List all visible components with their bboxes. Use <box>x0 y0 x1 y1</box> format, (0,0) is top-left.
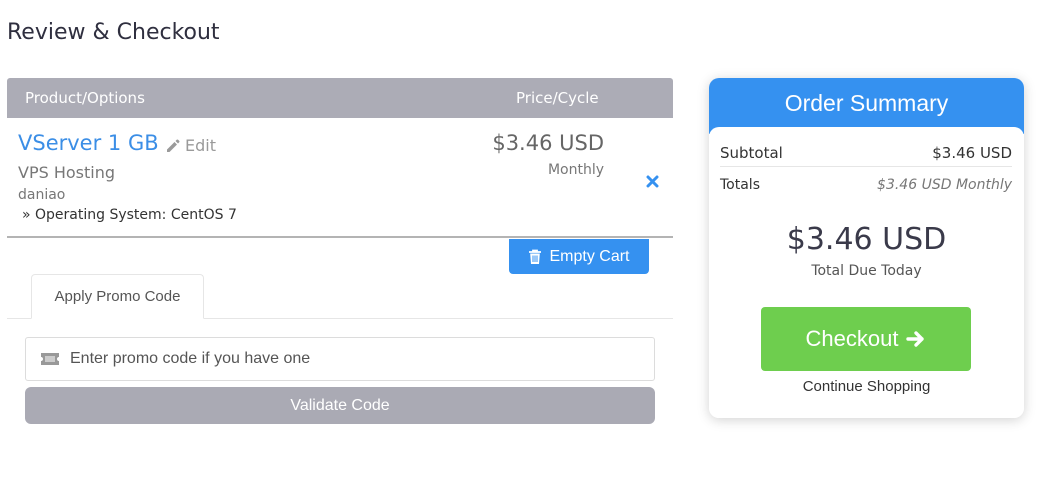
empty-cart-label: Empty Cart <box>549 247 630 265</box>
validate-code-button[interactable]: Validate Code <box>25 387 655 424</box>
totals-row: Totals $3.46 USD Monthly <box>720 171 1012 199</box>
checkout-label: Checkout <box>805 326 899 351</box>
subtotal-row: Subtotal $3.46 USD <box>720 139 1012 167</box>
product-name-link[interactable]: VServer 1 GB <box>18 131 159 155</box>
pencil-icon <box>167 139 180 152</box>
cart-table-header: Product/Options Price/Cycle <box>7 78 673 118</box>
cart-table: Product/Options Price/Cycle VServer 1 GB… <box>7 78 673 238</box>
ticket-icon <box>41 353 59 365</box>
subtotal-value: $3.46 USD <box>932 143 1012 162</box>
product-price: $3.46 USD <box>492 131 604 155</box>
subtotal-label: Subtotal <box>720 143 783 162</box>
totals-value: $3.46 USD Monthly <box>877 177 1012 193</box>
total-due-amount: $3.46 USD <box>786 222 947 257</box>
edit-label: Edit <box>185 136 216 155</box>
totals-label: Totals <box>720 177 760 193</box>
order-summary-panel: Order Summary Subtotal $3.46 USD Totals … <box>709 78 1024 418</box>
order-summary-title: Order Summary <box>709 78 1024 134</box>
close-icon <box>646 175 658 187</box>
page-title: Review & Checkout <box>7 20 220 45</box>
trash-icon <box>529 249 542 264</box>
order-summary-body: Subtotal $3.46 USD Totals $3.46 USD Mont… <box>709 127 1024 418</box>
product-cycle: Monthly <box>547 162 604 178</box>
promo-code-field <box>25 337 655 381</box>
promo-tabs: Apply Promo Code <box>7 274 673 319</box>
price-cycle-header: Price/Cycle <box>516 89 599 107</box>
arrow-right-icon <box>906 331 925 347</box>
empty-cart-button[interactable]: Empty Cart <box>509 239 649 274</box>
product-group: VPS Hosting <box>18 163 116 182</box>
promo-code-input[interactable] <box>70 350 630 368</box>
total-due-label: Total Due Today <box>811 263 922 279</box>
remove-item-button[interactable] <box>644 173 660 189</box>
checkout-button[interactable]: Checkout <box>761 307 971 371</box>
product-options-header: Product/Options <box>25 89 145 107</box>
continue-shopping-link[interactable]: Continue Shopping <box>709 378 1024 395</box>
product-hostname: daniao <box>18 187 66 203</box>
product-option: » Operating System: CentOS 7 <box>22 207 237 223</box>
cart-item-row: VServer 1 GB Edit VPS Hosting daniao » O… <box>7 118 673 238</box>
edit-product-link[interactable]: Edit <box>165 136 216 155</box>
tab-apply-promo-code[interactable]: Apply Promo Code <box>31 274 204 319</box>
